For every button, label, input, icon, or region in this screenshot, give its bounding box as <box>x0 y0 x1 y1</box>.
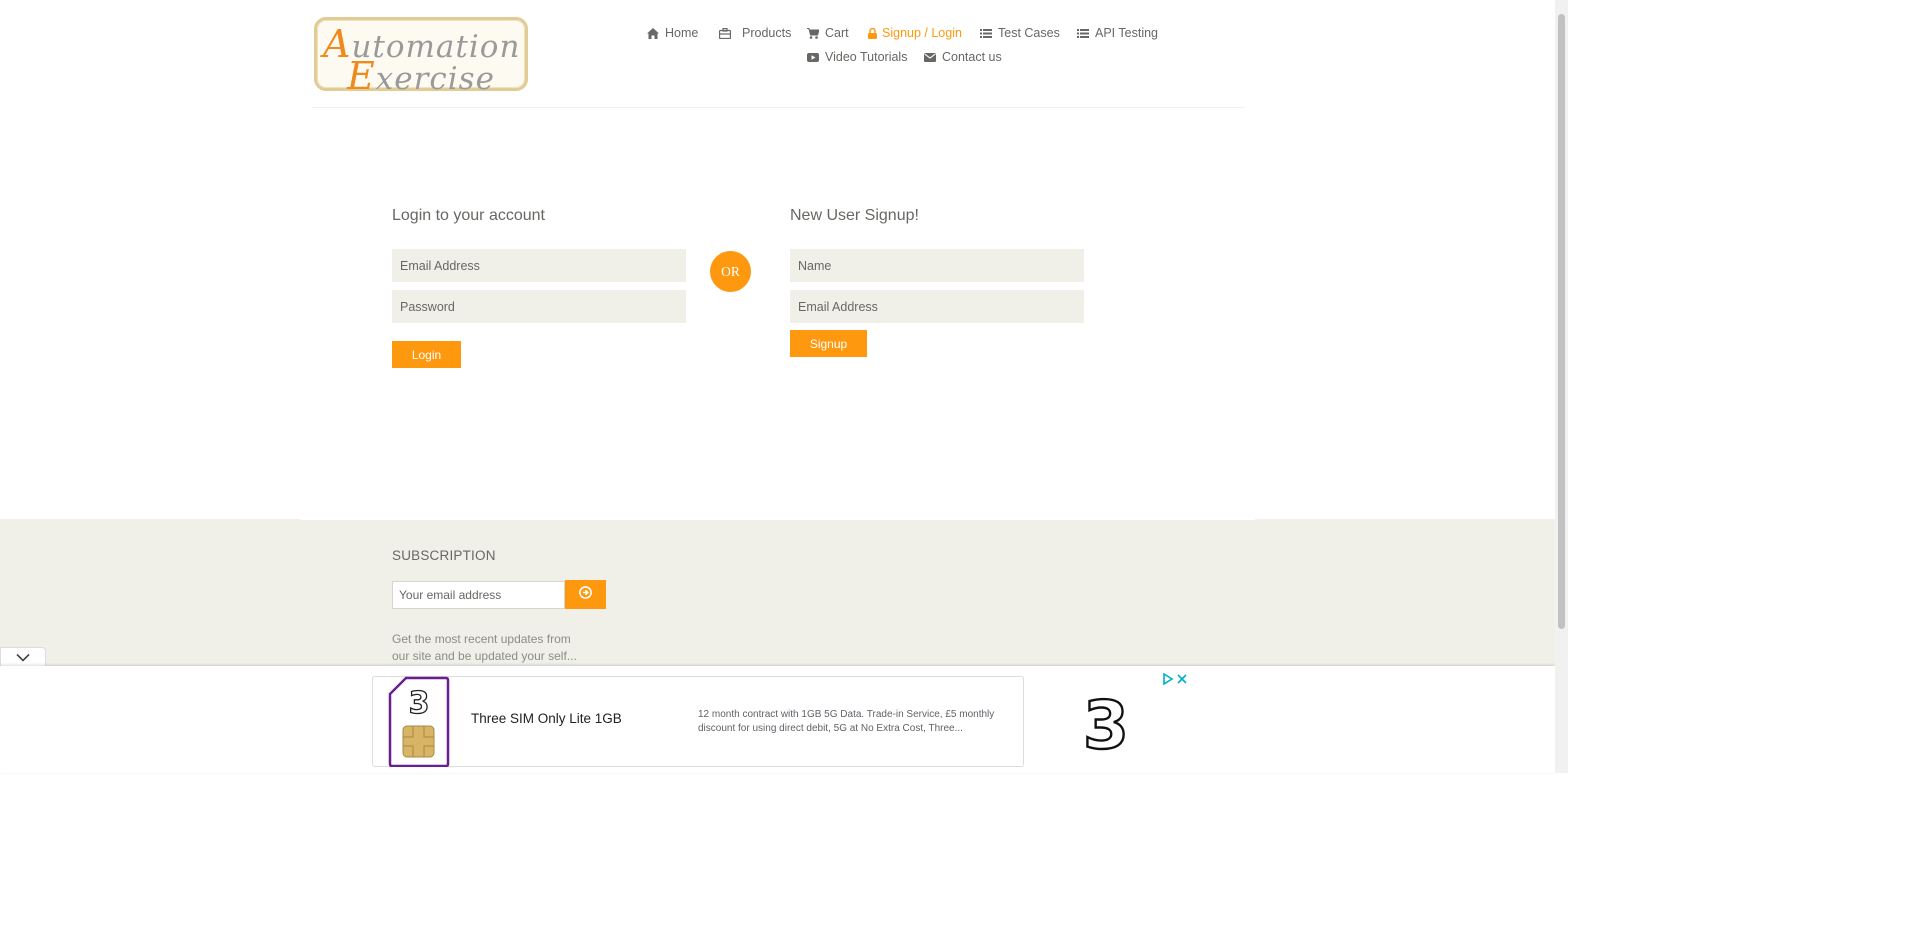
chevron-down-icon <box>16 649 30 667</box>
footer-divider <box>300 519 1255 520</box>
signup-name-placeholder: Name <box>798 258 832 273</box>
logo-line-2: Exercise <box>347 54 495 98</box>
header-divider <box>312 107 1245 108</box>
or-divider-badge: OR <box>710 251 751 292</box>
sim-card-image: 3 <box>388 676 450 768</box>
briefcase-icon <box>718 27 732 39</box>
ad-description: 12 month contract with 1GB 5G Data. Trad… <box>698 709 995 734</box>
login-email-placeholder: Email Address <box>400 258 480 273</box>
arrow-circle-right-icon <box>579 585 592 604</box>
subscribe-button[interactable] <box>565 580 606 609</box>
login-button[interactable]: Login <box>392 341 461 368</box>
signup-name-input[interactable]: Name <box>790 249 1084 282</box>
home-icon <box>647 27 659 39</box>
subscription-description: Get the most recent updates from our sit… <box>392 632 577 663</box>
three-logo[interactable]: 3 <box>1079 686 1133 765</box>
adchoices-icon[interactable] <box>1162 672 1174 686</box>
nav-products[interactable]: Products <box>718 26 791 40</box>
signup-email-placeholder: Email Address <box>798 299 878 314</box>
cart-icon <box>807 27 820 39</box>
nav-contact-us[interactable]: Contact us <box>924 50 1002 64</box>
signup-button[interactable]: Signup <box>790 330 867 357</box>
site-logo[interactable]: Automation Exercise <box>314 17 528 98</box>
lock-icon <box>868 27 877 39</box>
envelope-icon <box>924 52 936 63</box>
signup-email-input[interactable]: Email Address <box>790 290 1084 323</box>
nav-cart[interactable]: Cart <box>807 26 849 40</box>
nav-test-cases[interactable]: Test Cases <box>980 26 1060 40</box>
nav-api-testing[interactable]: API Testing <box>1077 26 1158 40</box>
nav-home[interactable]: Home <box>647 26 698 40</box>
subscription-email-input[interactable]: Your email address <box>392 581 565 609</box>
ad-collapse-tab[interactable] <box>0 647 46 667</box>
login-title: Login to your account <box>392 207 545 224</box>
login-password-input[interactable]: Password <box>392 290 686 323</box>
nav-signup-login[interactable]: Signup / Login <box>868 26 962 40</box>
svg-text:3: 3 <box>1083 690 1129 754</box>
scrollbar-thumb[interactable] <box>1558 14 1565 629</box>
close-ad-icon[interactable] <box>1176 672 1188 684</box>
list-icon <box>1077 28 1089 39</box>
youtube-icon <box>807 52 819 63</box>
login-password-placeholder: Password <box>400 299 455 314</box>
signup-title: New User Signup! <box>790 207 919 224</box>
subscription-email-placeholder: Your email address <box>399 588 502 602</box>
svg-text:3: 3 <box>409 686 430 721</box>
list-icon <box>980 28 992 39</box>
ad-title[interactable]: Three SIM Only Lite 1GB <box>471 711 622 726</box>
login-email-input[interactable]: Email Address <box>392 249 686 282</box>
subscription-title: SUBSCRIPTION <box>392 548 496 563</box>
nav-video-tutorials[interactable]: Video Tutorials <box>807 50 907 64</box>
